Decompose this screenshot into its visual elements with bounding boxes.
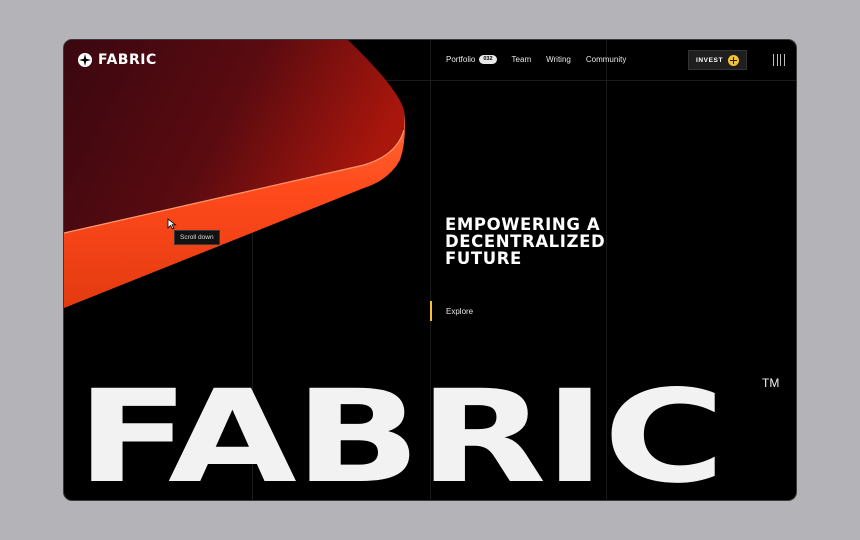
trademark-symbol: TM — [762, 376, 780, 390]
headline-line: DECENTRALIZED — [445, 232, 606, 251]
main-menu: Portfolio 032 Team Writing Community — [446, 55, 626, 64]
headline-line: EMPOWERING A — [445, 215, 601, 234]
invest-button[interactable]: INVEST — [688, 50, 747, 70]
nav-team[interactable]: Team — [512, 55, 532, 64]
explore-link[interactable]: Explore — [446, 307, 473, 316]
headline-line: FUTURE — [445, 249, 522, 268]
brand-logo[interactable]: FABRIC — [78, 52, 157, 68]
mouse-cursor-icon — [167, 218, 177, 230]
browser-frame: FABRIC Portfolio 032 Team Writing Commun… — [64, 40, 796, 500]
invest-button-label: INVEST — [695, 56, 724, 64]
explore-accent-bar — [430, 301, 432, 321]
hero-headline: EMPOWERING A DECENTRALIZED FUTURE — [445, 216, 685, 267]
nav-portfolio-label: Portfolio — [446, 55, 476, 64]
portfolio-count-badge: 032 — [479, 55, 497, 64]
star-cross-icon — [78, 53, 92, 67]
nav-writing[interactable]: Writing — [546, 55, 571, 64]
nav-community[interactable]: Community — [586, 55, 626, 64]
top-nav: FABRIC Portfolio 032 Team Writing Commun… — [64, 40, 796, 80]
nav-portfolio[interactable]: Portfolio 032 — [446, 55, 497, 64]
scroll-down-tooltip: Scroll down — [174, 230, 220, 245]
brand-name: FABRIC — [98, 52, 157, 68]
plus-circle-icon — [728, 54, 740, 66]
nav-divider — [64, 80, 796, 81]
hero-big-wordmark: FABRIC — [76, 363, 725, 501]
hamburger-icon[interactable] — [773, 54, 785, 66]
